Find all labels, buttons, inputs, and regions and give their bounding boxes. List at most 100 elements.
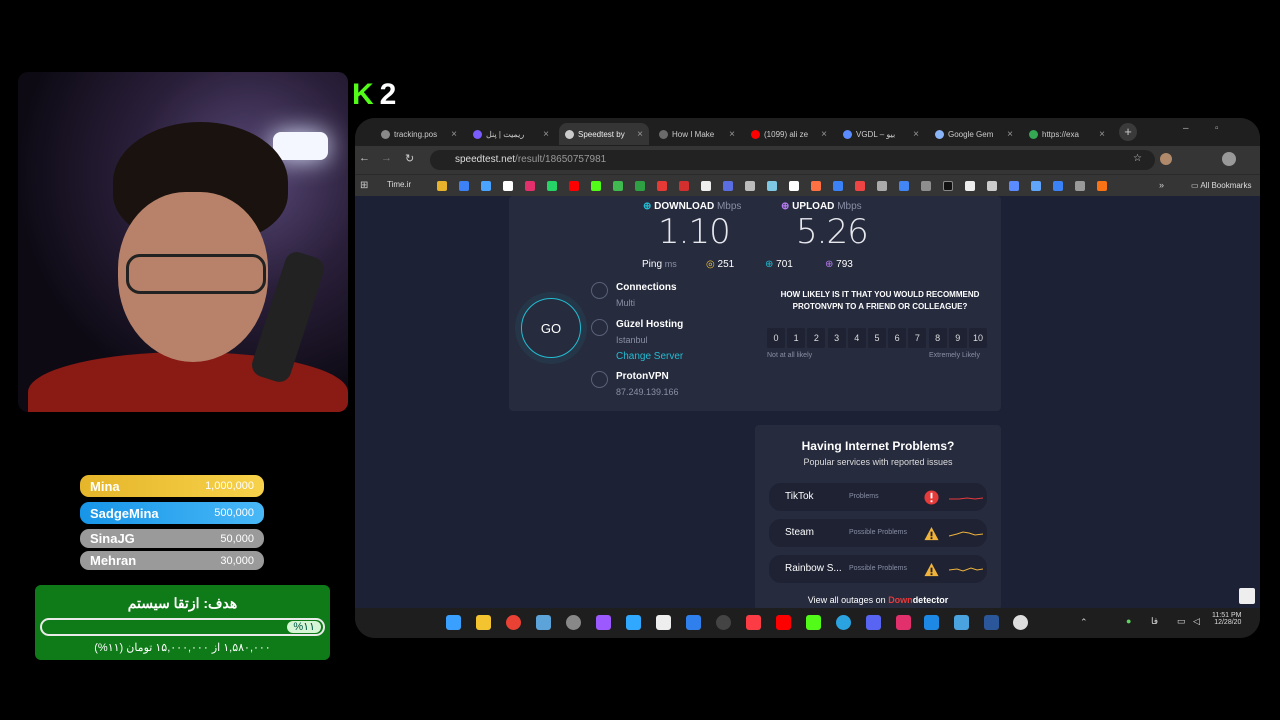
clock[interactable]: 11:51 PM 12/28/20 <box>1212 612 1241 626</box>
bookmark-icon[interactable] <box>1075 181 1085 191</box>
url-input[interactable]: speedtest.net/result/18650757981 <box>430 150 1155 170</box>
bookmark-icon[interactable] <box>987 181 997 191</box>
bookmark-icon[interactable] <box>1097 181 1107 191</box>
chevron-up-icon[interactable]: ⌃ <box>1080 617 1088 628</box>
tab[interactable]: Google Gem × <box>929 123 1019 145</box>
bookmark-time[interactable]: Time.ir <box>387 180 411 189</box>
bookmark-icon[interactable] <box>723 181 733 191</box>
rating-button[interactable]: 9 <box>948 328 967 348</box>
bookmark-icon[interactable] <box>701 181 711 191</box>
rating-button[interactable]: 3 <box>827 328 846 348</box>
ad-choices-icon[interactable] <box>1239 588 1255 604</box>
bookmark-icon[interactable] <box>679 181 689 191</box>
photoshop-icon[interactable] <box>626 615 641 630</box>
rating-button[interactable]: 6 <box>888 328 907 348</box>
bookmark-icon[interactable] <box>943 181 953 191</box>
bookmark-icon[interactable] <box>877 181 887 191</box>
capcut-icon[interactable] <box>656 615 671 630</box>
youtube-icon[interactable] <box>569 181 579 191</box>
problem-row[interactable]: Rainbow S... Possible Problems <box>769 555 987 583</box>
profile-avatar[interactable] <box>1222 152 1236 166</box>
app-icon[interactable] <box>954 615 969 630</box>
close-icon[interactable]: × <box>1007 129 1013 140</box>
close-icon[interactable]: × <box>821 129 827 140</box>
app-icon[interactable] <box>566 615 581 630</box>
bookmark-icon[interactable] <box>745 181 755 191</box>
forward-icon[interactable]: → <box>381 152 392 164</box>
file-explorer-icon[interactable] <box>476 615 491 630</box>
tab-active[interactable]: Speedtest by × <box>559 123 649 145</box>
close-icon[interactable]: × <box>729 129 735 140</box>
rating-button[interactable]: 1 <box>787 328 806 348</box>
close-icon[interactable]: × <box>451 129 457 140</box>
music-icon[interactable] <box>746 615 761 630</box>
all-bookmarks[interactable]: ▭ All Bookmarks <box>1191 181 1251 190</box>
rating-button[interactable]: 5 <box>868 328 886 348</box>
kick-icon[interactable] <box>806 615 821 630</box>
volume-icon[interactable]: ◁ <box>1193 616 1200 627</box>
bookmark-icon[interactable] <box>1009 181 1019 191</box>
change-server-link[interactable]: Change Server <box>616 351 683 362</box>
bookmark-icon[interactable] <box>437 181 447 191</box>
x-icon[interactable] <box>503 181 513 191</box>
rating-button[interactable]: 0 <box>767 328 785 348</box>
bookmark-icon[interactable] <box>789 181 799 191</box>
language-indicator[interactable]: فا <box>1151 616 1158 627</box>
rating-button[interactable]: 7 <box>908 328 927 348</box>
tab[interactable]: https://exa × <box>1023 123 1111 145</box>
close-icon[interactable]: × <box>913 129 919 140</box>
close-icon[interactable]: × <box>637 129 643 140</box>
bookmark-icon[interactable] <box>613 181 623 191</box>
tab[interactable]: (1099) ali ze × <box>745 123 833 145</box>
word-icon[interactable] <box>984 615 999 630</box>
vscode-icon[interactable] <box>686 615 701 630</box>
go-button[interactable]: GO <box>521 298 581 358</box>
bookmark-icon[interactable] <box>657 181 667 191</box>
rating-button[interactable]: 4 <box>847 328 866 348</box>
reload-icon[interactable]: ↻ <box>405 152 414 165</box>
bookmark-icon[interactable] <box>965 181 975 191</box>
rating-button[interactable]: 8 <box>928 328 947 348</box>
youtube-icon[interactable] <box>776 615 791 630</box>
close-icon[interactable]: × <box>1099 129 1105 140</box>
bookmark-icon[interactable] <box>833 181 843 191</box>
tab[interactable]: VGDL – بیو × <box>837 123 925 145</box>
app-icon[interactable] <box>716 615 731 630</box>
premiere-icon[interactable] <box>596 615 611 630</box>
new-tab-button[interactable]: + <box>1119 123 1137 141</box>
bookmark-icon[interactable] <box>767 181 777 191</box>
bookmark-icon[interactable] <box>1053 181 1063 191</box>
chrome-icon[interactable] <box>506 615 521 630</box>
app-icon[interactable] <box>536 615 551 630</box>
rating-button[interactable]: 2 <box>807 328 826 348</box>
maximize-button[interactable]: ▫ <box>1215 123 1219 134</box>
tab[interactable]: How I Make × <box>653 123 741 145</box>
bookmark-icon[interactable] <box>481 181 491 191</box>
bookmark-icon[interactable] <box>921 181 931 191</box>
tab[interactable]: tracking.pos × <box>375 123 463 145</box>
star-icon[interactable]: ☆ <box>1133 153 1142 164</box>
bookmark-icon[interactable] <box>811 181 821 191</box>
search-icon[interactable] <box>1013 615 1028 630</box>
kick-icon[interactable] <box>591 181 601 191</box>
minimize-button[interactable]: – <box>1183 123 1189 134</box>
apps-icon[interactable]: ⊞ <box>360 180 368 191</box>
extension-icon[interactable] <box>1160 153 1172 165</box>
start-icon[interactable] <box>446 615 461 630</box>
microphone-icon[interactable]: ● <box>1126 616 1131 626</box>
whatsapp-icon[interactable] <box>547 181 557 191</box>
tab[interactable]: ریمیت | پنل × <box>467 123 555 145</box>
bookmark-overflow-icon[interactable]: » <box>1159 180 1164 190</box>
bookmark-icon[interactable] <box>855 181 865 191</box>
rating-button[interactable]: 10 <box>969 328 987 348</box>
problem-row[interactable]: TikTok Problems <box>769 483 987 511</box>
bookmark-icon[interactable] <box>899 181 909 191</box>
network-icon[interactable]: ▭ <box>1177 616 1186 627</box>
back-icon[interactable]: ← <box>359 152 370 164</box>
problem-row[interactable]: Steam Possible Problems <box>769 519 987 547</box>
bookmark-icon[interactable] <box>635 181 645 191</box>
discord-icon[interactable] <box>866 615 881 630</box>
instagram-icon[interactable] <box>525 181 535 191</box>
downdetector-link[interactable]: View all outages on Downdetector <box>755 595 1001 605</box>
bookmark-icon[interactable] <box>459 181 469 191</box>
